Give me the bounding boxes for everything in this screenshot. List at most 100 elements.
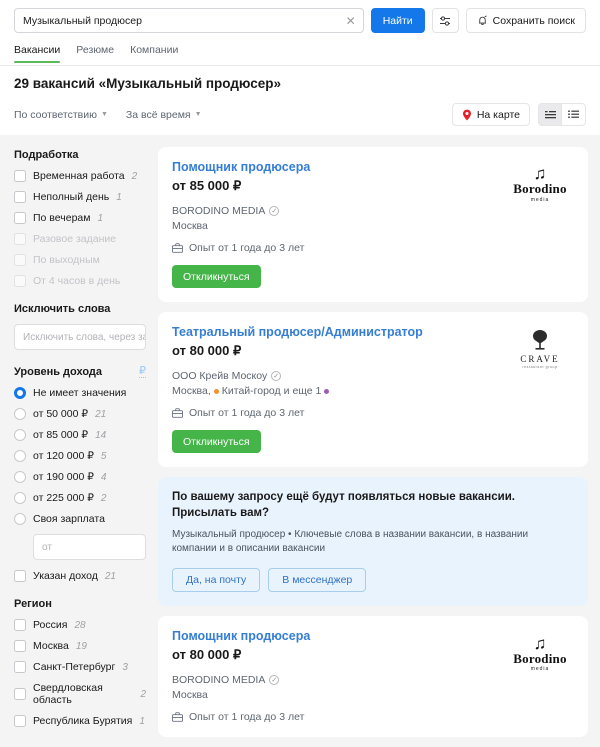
checkbox-icon[interactable]: [14, 688, 26, 700]
checkbox-icon[interactable]: [14, 715, 26, 727]
income-option-any[interactable]: Не имеет значения: [14, 387, 146, 399]
filter-option-label: По выходным: [33, 254, 100, 266]
income-specified-label: Указан доход: [33, 570, 98, 582]
subscribe-email-button[interactable]: Да, на почту: [172, 568, 261, 593]
close-icon[interactable]: ✕: [346, 15, 356, 27]
search-input-value: Музыкальный продюсер: [23, 14, 142, 27]
exclude-words-placeholder: Исключить слова, через запятую: [23, 331, 145, 343]
region-option-buryatia[interactable]: Республика Бурятия 1: [14, 715, 146, 727]
period-dropdown[interactable]: За всё время ▼: [126, 109, 202, 121]
checkbox-icon[interactable]: [14, 191, 26, 203]
verified-check-icon: ✓: [269, 206, 280, 216]
company-logo[interactable]: ♫ Borodino media: [508, 630, 572, 676]
vacancy-title-link[interactable]: Театральный продюсер/Администратор: [172, 325, 423, 339]
vacancy-experience-label: Опыт от 1 года до 3 лет: [189, 407, 305, 419]
view-toggle: [538, 103, 586, 126]
income-option-specified[interactable]: Указан доход 21: [14, 570, 146, 582]
sort-dropdown[interactable]: По соответствию ▼: [14, 109, 108, 121]
vacancy-list: Помощник продюсера от 85 000 ₽ BORODINO …: [158, 135, 600, 747]
radio-icon[interactable]: [14, 450, 26, 462]
region-option-sverdlovsk[interactable]: Свердловская область 2: [14, 682, 146, 706]
checkbox-icon[interactable]: [14, 640, 26, 652]
checkbox-icon[interactable]: [14, 570, 26, 582]
checkbox-icon: [14, 275, 26, 287]
region-option-spb[interactable]: Санкт-Петербург 3: [14, 661, 146, 673]
radio-icon[interactable]: [14, 408, 26, 420]
vacancy-title-link[interactable]: Помощник продюсера: [172, 629, 310, 643]
radio-icon[interactable]: [14, 513, 26, 525]
radio-icon[interactable]: [14, 471, 26, 483]
income-option-225000[interactable]: от 225 000 ₽ 2: [14, 492, 146, 504]
bell-icon: [477, 15, 488, 26]
region-option-count: 3: [122, 661, 128, 673]
custom-salary-input[interactable]: от: [33, 534, 146, 560]
filter-option-evenings[interactable]: По вечерам 1: [14, 212, 146, 224]
vacancy-location: Москва: [172, 689, 574, 701]
filter-option-label: Неполный день: [33, 191, 110, 203]
company-logo[interactable]: ♫ Borodino media: [508, 161, 572, 207]
vacancy-card[interactable]: Театральный продюсер/Администратор от 80…: [158, 312, 588, 467]
filter-option-partday[interactable]: Неполный день 1: [14, 191, 146, 203]
income-option-label: от 190 000 ₽: [33, 471, 94, 483]
region-option-russia[interactable]: Россия 28: [14, 619, 146, 631]
company-logo[interactable]: CRAVE restaurant group: [508, 326, 572, 372]
filter-option-temporary[interactable]: Временная работа 2: [14, 170, 146, 182]
region-option-moscow[interactable]: Москва 19: [14, 640, 146, 652]
vacancy-card[interactable]: Помощник продюсера от 80 000 ₽ BORODINO …: [158, 616, 588, 738]
income-option-count: 14: [95, 429, 107, 441]
income-option-label: Не имеет значения: [33, 387, 127, 399]
list-detailed-icon: [568, 110, 579, 119]
apply-button[interactable]: Откликнуться: [172, 430, 261, 453]
briefcase-icon: [172, 243, 183, 253]
checkbox-icon[interactable]: [14, 661, 26, 673]
subscribe-banner-actions: Да, на почту В мессенджер: [172, 568, 574, 593]
income-option-50000[interactable]: от 50 000 ₽ 21: [14, 408, 146, 420]
save-search-label: Сохранить поиск: [492, 14, 575, 27]
results-header: 29 вакансий «Музыкальный продюсер» По со…: [0, 66, 600, 135]
filters-button[interactable]: [431, 8, 459, 33]
tab-vacancies[interactable]: Вакансии: [14, 44, 61, 63]
income-option-label: от 50 000 ₽: [33, 408, 89, 420]
exclude-words-input[interactable]: Исключить слова, через запятую: [14, 324, 146, 350]
income-option-190000[interactable]: от 190 000 ₽ 4: [14, 471, 146, 483]
map-view-button[interactable]: На карте: [451, 103, 530, 126]
filter-option-label: Временная работа: [33, 170, 125, 182]
apply-button[interactable]: Откликнуться: [172, 265, 261, 288]
checkbox-icon[interactable]: [14, 170, 26, 182]
vacancy-company-name: ООО Крейв Москоу: [172, 370, 268, 382]
checkbox-icon[interactable]: [14, 619, 26, 631]
metro-dot-icon: [213, 388, 219, 394]
currency-selector[interactable]: ₽: [139, 366, 146, 378]
region-option-count: 1: [139, 715, 145, 727]
income-option-label: Своя зарплата: [33, 513, 105, 525]
vacancy-title-link[interactable]: Помощник продюсера: [172, 160, 310, 174]
vacancy-card[interactable]: Помощник продюсера от 85 000 ₽ BORODINO …: [158, 147, 588, 302]
income-option-count: 5: [100, 450, 107, 462]
tab-resumes[interactable]: Резюме: [76, 44, 114, 63]
income-option-85000[interactable]: от 85 000 ₽ 14: [14, 429, 146, 441]
radio-icon[interactable]: [14, 429, 26, 441]
vacancy-metro-more[interactable]: и еще 1: [284, 385, 322, 397]
income-option-label: от 225 000 ₽: [33, 492, 94, 504]
filter-title-parttime: Подработка: [14, 149, 79, 161]
income-option-120000[interactable]: от 120 000 ₽ 5: [14, 450, 146, 462]
nav-tabs: Вакансии Резюме Компании: [14, 44, 586, 63]
income-option-custom[interactable]: Своя зарплата: [14, 513, 146, 525]
radio-icon[interactable]: [14, 387, 26, 399]
radio-icon[interactable]: [14, 492, 26, 504]
subscribe-banner-subtitle: Музыкальный продюсер • Ключевые слова в …: [172, 529, 529, 555]
tab-companies[interactable]: Компании: [130, 44, 178, 63]
income-specified-count: 21: [104, 570, 116, 582]
view-compact-button[interactable]: [538, 103, 562, 126]
vacancy-location: Москва, Китай-город и еще 1: [172, 385, 574, 397]
search-input[interactable]: Музыкальный продюсер ✕: [14, 8, 364, 33]
sliders-icon: [439, 15, 451, 27]
crave-goblet-icon: [529, 329, 551, 353]
view-detailed-button[interactable]: [562, 103, 586, 126]
find-button[interactable]: Найти: [370, 8, 425, 33]
checkbox-icon[interactable]: [14, 212, 26, 224]
filter-option-count: 1: [116, 191, 122, 203]
save-search-button[interactable]: Сохранить поиск: [465, 8, 586, 33]
filter-group-parttime: Подработка Временная работа 2 Неполный д…: [14, 149, 146, 287]
subscribe-messenger-button[interactable]: В мессенджер: [268, 568, 367, 593]
